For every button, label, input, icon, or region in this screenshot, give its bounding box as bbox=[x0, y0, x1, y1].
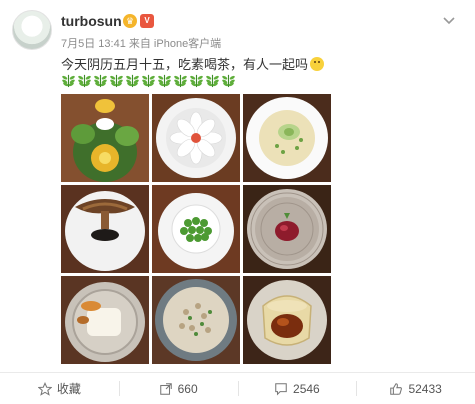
repost-button[interactable]: 660 bbox=[118, 373, 238, 404]
photo-tea-jelly[interactable] bbox=[243, 276, 331, 364]
repost-icon bbox=[159, 382, 172, 395]
post-text: 今天阴历五月十五，吃素喝茶，有人一起吗 bbox=[61, 54, 325, 73]
photo-soup-bowl[interactable] bbox=[243, 94, 331, 182]
comment-count: 2546 bbox=[293, 381, 320, 396]
leaf-emoji-icon bbox=[190, 74, 203, 88]
comment-button[interactable]: 2546 bbox=[237, 373, 357, 404]
leaf-emoji-row bbox=[61, 73, 236, 89]
comment-icon bbox=[275, 382, 287, 396]
post-text-body: 今天阴历五月十五，吃素喝茶，有人一起吗 bbox=[61, 57, 309, 72]
leaf-emoji-icon bbox=[126, 74, 139, 88]
repost-count: 660 bbox=[177, 381, 198, 396]
leaf-emoji-icon bbox=[158, 74, 171, 88]
leaf-emoji-icon bbox=[222, 74, 235, 88]
star-icon bbox=[37, 381, 52, 396]
photo-rice-bowl[interactable] bbox=[152, 276, 240, 364]
username[interactable]: turbosun bbox=[61, 13, 122, 29]
action-bar: 收藏 660 2546 52433 bbox=[0, 372, 475, 404]
photo-grid bbox=[61, 94, 331, 366]
crown-icon[interactable]: ♛ bbox=[123, 14, 137, 28]
smile-emoji-icon bbox=[310, 57, 325, 71]
vip-icon[interactable]: V bbox=[140, 14, 154, 28]
photo-tofu-dish[interactable] bbox=[61, 276, 149, 364]
leaf-emoji-icon bbox=[110, 74, 123, 88]
leaf-emoji-icon bbox=[142, 74, 155, 88]
thumbs-up-icon bbox=[390, 382, 403, 395]
like-button[interactable]: 52433 bbox=[356, 373, 475, 404]
photo-flower-carved-dish[interactable] bbox=[152, 94, 240, 182]
post-meta: 7月5日 13:41 来自 iPhone客户端 bbox=[61, 38, 222, 50]
avatar[interactable] bbox=[12, 10, 52, 50]
favorite-label: 收藏 bbox=[56, 382, 81, 396]
leaf-emoji-icon bbox=[78, 74, 91, 88]
leaf-emoji-icon bbox=[62, 74, 75, 88]
leaf-emoji-icon bbox=[206, 74, 219, 88]
photo-red-dessert[interactable] bbox=[243, 185, 331, 273]
weibo-post: turbosun ♛ V 7月5日 13:41 来自 iPhone客户端 今天阴… bbox=[0, 0, 475, 403]
chevron-down-icon[interactable] bbox=[441, 12, 457, 28]
like-count: 52433 bbox=[408, 381, 442, 396]
leaf-emoji-icon bbox=[94, 74, 107, 88]
photo-vegetable-platter[interactable] bbox=[61, 94, 149, 182]
photo-green-peas[interactable] bbox=[152, 185, 240, 273]
leaf-emoji-icon bbox=[174, 74, 187, 88]
favorite-button[interactable]: 收藏 bbox=[0, 373, 119, 404]
user-badges: ♛ V bbox=[123, 14, 154, 28]
photo-mushroom-plate[interactable] bbox=[61, 185, 149, 273]
